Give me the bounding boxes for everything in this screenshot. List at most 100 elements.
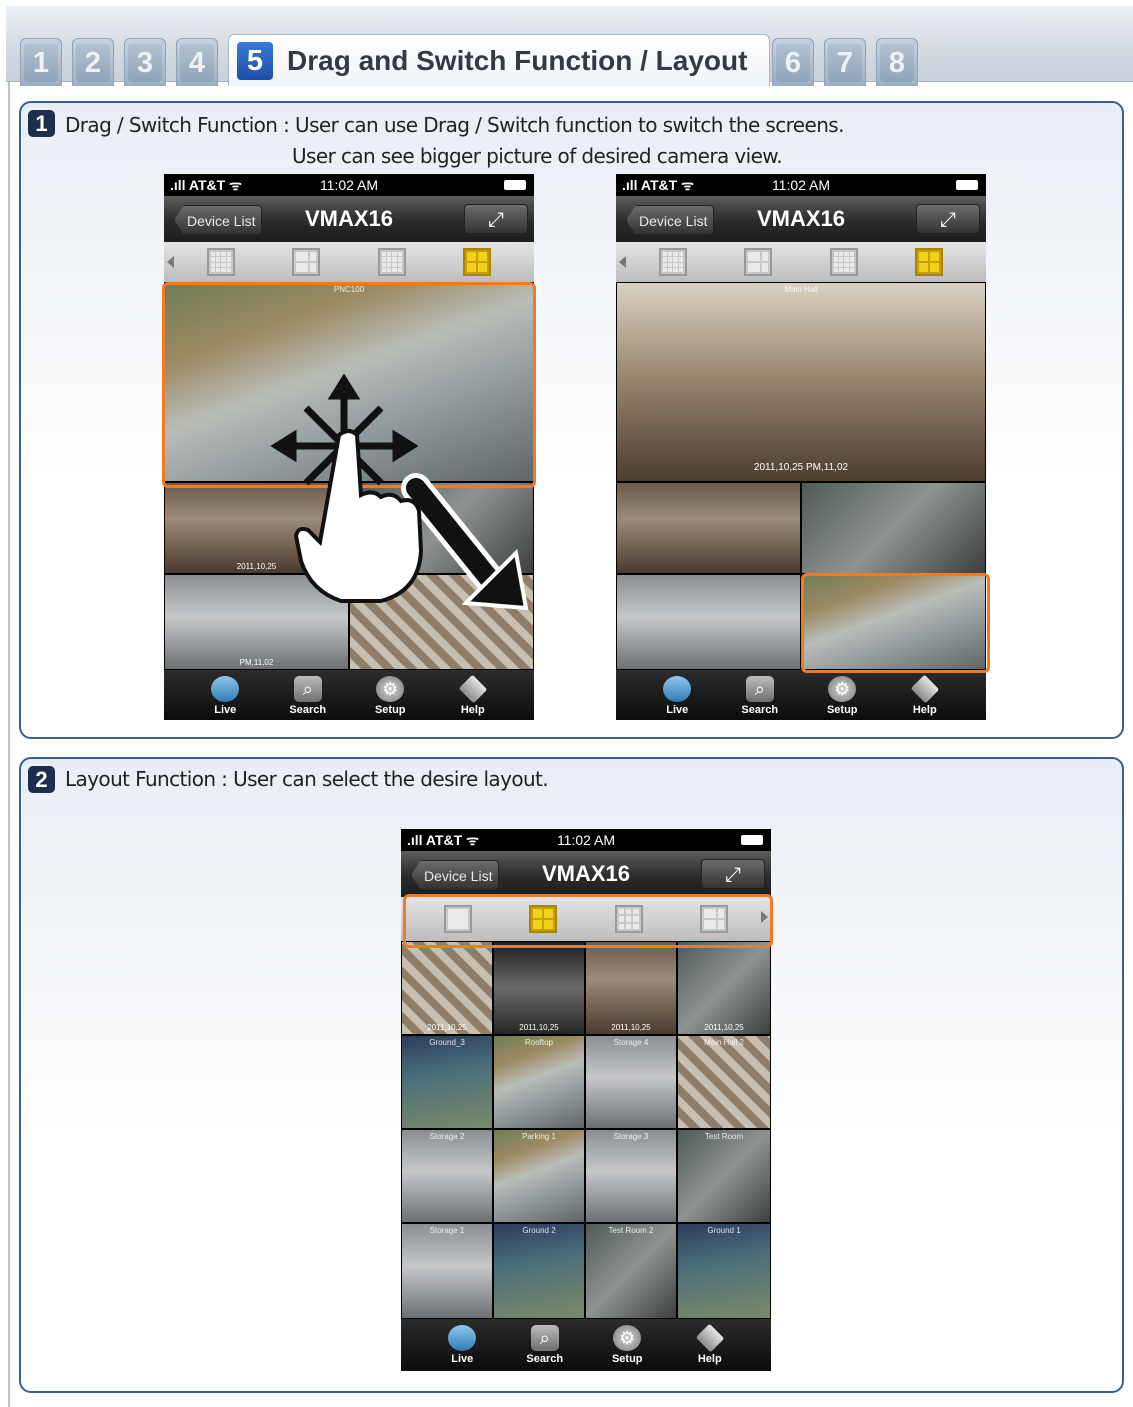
camera-tile-warehouse[interactable] xyxy=(616,574,801,670)
camera-tile[interactable]: Ground_3 xyxy=(401,1035,493,1129)
camera-tile[interactable]: Test Room xyxy=(677,1129,771,1223)
scroll-left-icon[interactable] xyxy=(167,256,174,268)
nav-bar: Device List VMAX16 ⤢ xyxy=(401,851,771,897)
tab-setup[interactable]: ⚙ Setup xyxy=(360,676,420,716)
layout-16b-icon[interactable] xyxy=(377,248,406,276)
tab-step-8-number: 8 xyxy=(880,43,914,82)
tab-live-label: Live xyxy=(451,1353,474,1365)
tab-setup[interactable]: ⚙ Setup xyxy=(597,1325,657,1365)
camera-grid-16: 2011,10,25 2011,10,25 2011,10,25 2011,10… xyxy=(401,941,771,1319)
tab-search-label: Search xyxy=(526,1353,564,1365)
camera-tile-ceiling[interactable] xyxy=(349,574,534,670)
tab-step-2-number: 2 xyxy=(76,43,110,82)
fullscreen-button[interactable]: ⤢ xyxy=(701,859,765,889)
camera-tile-room[interactable] xyxy=(801,482,986,574)
tab-search-label: Search xyxy=(741,704,779,716)
camera-icon xyxy=(211,676,240,702)
camera-tile[interactable]: Parking 1 xyxy=(493,1129,585,1223)
tab-step-2[interactable]: 2 xyxy=(72,38,114,86)
section-2-badge: 2 xyxy=(28,766,55,793)
section-1-subdescription: User can see bigger picture of desired c… xyxy=(292,144,783,168)
tab-live[interactable]: Live xyxy=(432,1325,492,1365)
camera-tile[interactable]: 2011,10,25 xyxy=(493,941,585,1035)
tab-step-7[interactable]: 7 xyxy=(824,38,866,86)
tab-help-label: Help xyxy=(912,704,937,716)
layout-selector xyxy=(164,242,534,282)
clock: 11:02 AM xyxy=(556,832,616,848)
layout-4-icon[interactable] xyxy=(915,248,944,276)
help-icon xyxy=(910,674,940,704)
camera-tile[interactable]: Storage 4 xyxy=(585,1035,677,1129)
layout-16b-icon[interactable] xyxy=(829,248,858,276)
camera-tile-storage[interactable]: 2011,10,25 xyxy=(164,482,349,574)
camera-tile-main-hall[interactable]: Main Hall 2011,10,25 PM,11,02 xyxy=(616,282,986,482)
tab-help[interactable]: Help xyxy=(680,1323,740,1365)
camera-tile[interactable]: Rooftop xyxy=(493,1035,585,1129)
layout-16-icon[interactable] xyxy=(206,248,235,276)
tab-help[interactable]: Help xyxy=(895,674,955,716)
camera-tile[interactable]: 2011,10,25 xyxy=(401,941,493,1035)
layout-16-icon[interactable] xyxy=(658,248,687,276)
layout-4-icon[interactable] xyxy=(463,248,492,276)
fullscreen-button[interactable]: ⤢ xyxy=(916,204,980,234)
tab-setup[interactable]: ⚙ Setup xyxy=(812,676,872,716)
help-icon xyxy=(458,674,488,704)
tab-live[interactable]: Live xyxy=(647,676,707,716)
tab-step-6[interactable]: 6 xyxy=(772,38,814,86)
layout-6-icon[interactable] xyxy=(292,248,321,276)
tab-step-5-number: 5 xyxy=(237,41,273,80)
tab-live-label: Live xyxy=(214,704,237,716)
camera-tile[interactable]: 2011,10,25 xyxy=(677,941,771,1035)
camera-tile[interactable]: Ground 2 xyxy=(493,1223,585,1319)
bottom-tab-bar: Live ⌕ Search ⚙ Setup Help xyxy=(616,670,986,720)
search-icon: ⌕ xyxy=(530,1325,559,1351)
tab-step-4[interactable]: 4 xyxy=(176,38,218,86)
camera-label: Main Hall xyxy=(784,285,818,294)
tab-step-8[interactable]: 8 xyxy=(876,38,918,86)
section-2-description: Layout Function : User can select the de… xyxy=(65,767,549,791)
tab-step-1-number: 1 xyxy=(24,43,58,82)
tab-help[interactable]: Help xyxy=(443,674,503,716)
tab-step-1[interactable]: 1 xyxy=(20,38,62,86)
camera-tile-warehouse[interactable]: PM,11,02 xyxy=(164,574,349,670)
tab-live[interactable]: Live xyxy=(195,676,255,716)
camera-tile[interactable]: Storage 3 xyxy=(585,1129,677,1223)
status-bar: .ıll AT&T ᯤ 11:02 AM xyxy=(616,174,986,196)
tab-search[interactable]: ⌕ Search xyxy=(730,676,790,716)
section-1-badge: 1 xyxy=(28,110,55,137)
camera-tile[interactable]: Main Hall 2 xyxy=(677,1035,771,1129)
camera-tile[interactable]: Storage 2 xyxy=(401,1129,493,1223)
tab-step-5-title: Drag and Switch Function / Layout xyxy=(287,44,748,76)
drag-target-highlight xyxy=(801,573,990,673)
status-bar: .ıll AT&T ᯤ 11:02 AM xyxy=(164,174,534,196)
nav-bar: Device List VMAX16 ⤢ xyxy=(616,196,986,242)
search-icon: ⌕ xyxy=(745,676,774,702)
tab-step-5[interactable]: 5 Drag and Switch Function / Layout xyxy=(228,34,770,86)
tab-step-3-number: 3 xyxy=(128,43,162,82)
fullscreen-button[interactable]: ⤢ xyxy=(464,204,528,234)
layout-selector-highlight xyxy=(403,894,773,948)
gear-icon: ⚙ xyxy=(828,676,857,702)
camera-tile[interactable]: Ground 1 xyxy=(677,1223,771,1319)
battery-icon xyxy=(956,180,978,190)
nav-bar: Device List VMAX16 ⤢ xyxy=(164,196,534,242)
camera-tile[interactable]: Test Room 2 xyxy=(585,1223,677,1319)
camera-tile[interactable]: 2011,10,25 xyxy=(585,941,677,1035)
camera-tile-storage[interactable] xyxy=(616,482,801,574)
battery-icon xyxy=(504,180,526,190)
tab-step-6-number: 6 xyxy=(776,43,810,82)
status-bar: .ıll AT&T ᯤ 11:02 AM xyxy=(401,829,771,851)
tab-search[interactable]: ⌕ Search xyxy=(278,676,338,716)
camera-tile-room[interactable] xyxy=(349,482,534,574)
layout-selector xyxy=(616,242,986,282)
clock: 11:02 AM xyxy=(771,177,831,193)
gear-icon: ⚙ xyxy=(613,1325,642,1351)
tab-search-label: Search xyxy=(289,704,327,716)
tab-search[interactable]: ⌕ Search xyxy=(515,1325,575,1365)
scroll-left-icon[interactable] xyxy=(619,256,626,268)
battery-icon xyxy=(741,835,763,845)
tab-step-3[interactable]: 3 xyxy=(124,38,166,86)
camera-tile[interactable]: Storage 1 xyxy=(401,1223,493,1319)
layout-6-icon[interactable] xyxy=(744,248,773,276)
drag-source-highlight xyxy=(162,282,536,488)
